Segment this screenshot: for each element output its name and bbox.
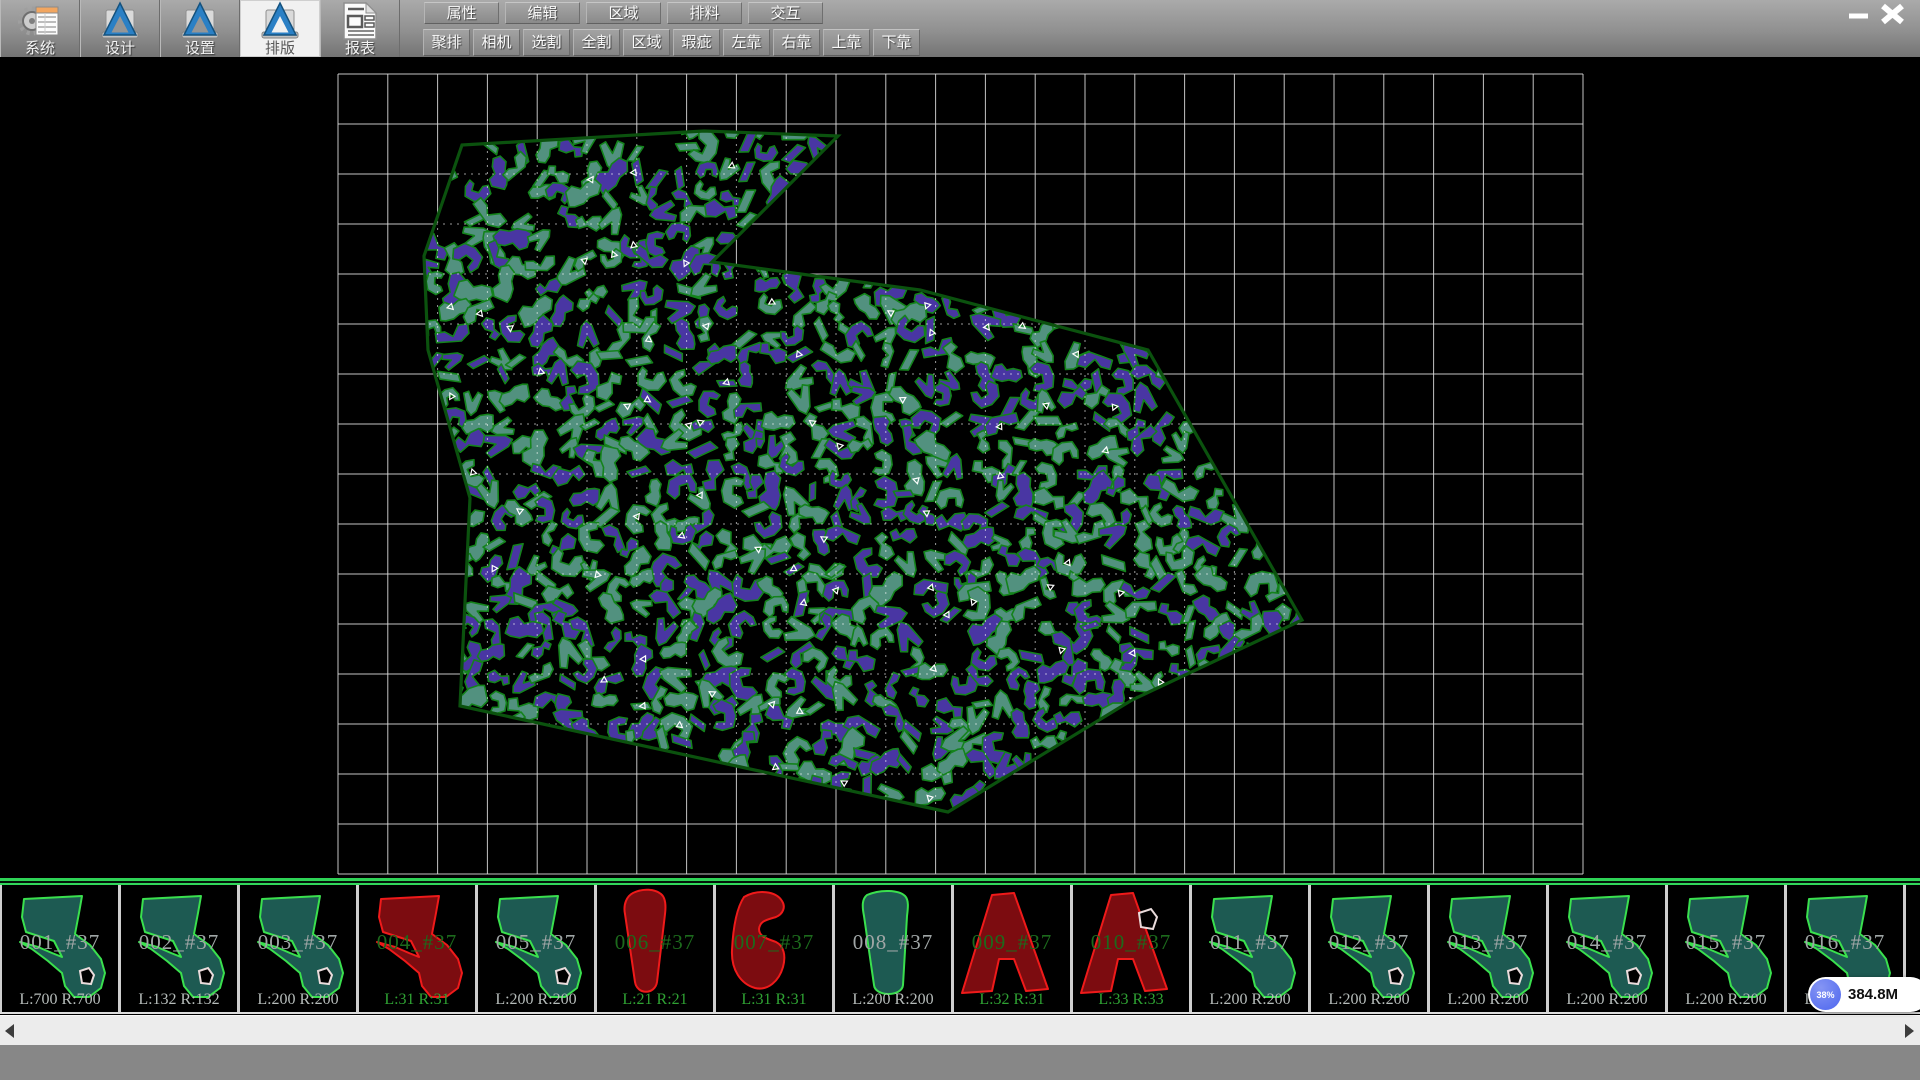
menu-tab-3[interactable]: 区域 — [586, 2, 661, 24]
thumbnail-tile-6[interactable]: 006_#37L:21 R:21 — [597, 885, 713, 1012]
thumbnail-tile-9[interactable]: 009_#37L:32 R:31 — [954, 885, 1070, 1012]
progress-circle: 38% — [1810, 979, 1841, 1010]
memory-badge: 38% 384.8M — [1808, 977, 1920, 1012]
piece-thumbnail-shape — [597, 885, 713, 1009]
launcher-label: 设计 — [80, 41, 160, 56]
launcher-button-settings[interactable]: 设置 — [160, 0, 240, 57]
memory-label: 384.8M — [1848, 986, 1898, 1003]
close-icon — [1876, 3, 1909, 25]
thumbnail-tile-2[interactable]: 002_#37L:132 R:132 — [121, 885, 237, 1012]
launcher-label: 报表 — [320, 41, 400, 56]
close-button[interactable] — [1876, 3, 1909, 25]
thumbnail-tile-12[interactable]: 012_#37L:200 R:200 — [1311, 885, 1427, 1012]
layout-icon — [258, 1, 302, 41]
thumbnail-tile-14[interactable]: 014_#37L:200 R:200 — [1549, 885, 1665, 1012]
report-icon — [338, 1, 382, 41]
launcher-button-system[interactable]: 系统 — [0, 0, 80, 57]
launcher-button-layout[interactable]: 排版 — [240, 0, 320, 57]
horizontal-scrollbar[interactable] — [0, 1015, 1920, 1045]
piece-thumbnail-shape — [1430, 885, 1546, 1009]
piece-thumbnail-shape — [954, 885, 1070, 1009]
tool-button-3[interactable]: 选割 — [523, 29, 570, 56]
launcher-label: 设置 — [160, 41, 240, 56]
system-icon — [18, 1, 62, 41]
piece-thumbnail-shape — [240, 885, 356, 1009]
thumbnail-tile-7[interactable]: 007_#37L:31 R:31 — [716, 885, 832, 1012]
piece-thumbnail-shape — [1311, 885, 1427, 1009]
tool-button-9[interactable]: 上靠 — [823, 29, 870, 56]
bottom-bar — [0, 1045, 1920, 1080]
launcher-button-design[interactable]: 设计 — [80, 0, 160, 57]
tool-button-2[interactable]: 相机 — [473, 29, 520, 56]
tool-button-10[interactable]: 下靠 — [873, 29, 920, 56]
app-window: 系统设计设置排版报表 属性编辑区域排料交互 聚排相机选割全割区域瑕疵左靠右靠上靠… — [0, 0, 1920, 1080]
thumbnail-strip: 001_#37L:700 R:700002_#37L:132 R:132003_… — [0, 885, 1920, 1014]
settings-icon — [178, 1, 222, 41]
tool-button-6[interactable]: 瑕疵 — [673, 29, 720, 56]
launcher-button-report[interactable]: 报表 — [320, 0, 400, 57]
piece-thumbnail-shape — [1073, 885, 1189, 1009]
thumbnail-tile-8[interactable]: 008_#37L:200 R:200 — [835, 885, 951, 1012]
minimize-button[interactable] — [1842, 5, 1874, 24]
nesting-canvas[interactable] — [0, 57, 1920, 879]
tool-button-1[interactable]: 聚排 — [423, 29, 470, 56]
thumbnail-tile-11[interactable]: 011_#37L:200 R:200 — [1192, 885, 1308, 1012]
piece-thumbnail-shape — [121, 885, 237, 1009]
thumbnail-tile-5[interactable]: 005_#37L:200 R:200 — [478, 885, 594, 1012]
piece-thumbnail-shape — [716, 885, 832, 1009]
launcher-label: 系统 — [0, 41, 80, 56]
chevron-left-icon[interactable] — [5, 1024, 14, 1038]
toolbar: 系统设计设置排版报表 属性编辑区域排料交互 聚排相机选割全割区域瑕疵左靠右靠上靠… — [0, 0, 1920, 58]
menu-tab-5[interactable]: 交互 — [748, 2, 823, 24]
menu-tab-1[interactable]: 属性 — [424, 2, 499, 24]
thumbnail-tile-10[interactable]: 010_#37L:33 R:33 — [1073, 885, 1189, 1012]
thumbnail-tile-1[interactable]: 001_#37L:700 R:700 — [2, 885, 118, 1012]
thumbnail-tile-4[interactable]: 004_#37L:31 R:31 — [359, 885, 475, 1012]
tool-button-8[interactable]: 右靠 — [773, 29, 820, 56]
design-icon — [98, 1, 142, 41]
piece-thumbnail-shape — [835, 885, 951, 1009]
nesting-canvas-svg — [0, 57, 1920, 879]
menu-tab-4[interactable]: 排料 — [667, 2, 742, 24]
thumbnail-tile-3[interactable]: 003_#37L:200 R:200 — [240, 885, 356, 1012]
thumbnail-tile-13[interactable]: 013_#37L:200 R:200 — [1430, 885, 1546, 1012]
chevron-right-icon[interactable] — [1905, 1024, 1914, 1038]
launcher-label: 排版 — [240, 41, 320, 56]
menu-tab-2[interactable]: 编辑 — [505, 2, 580, 24]
thumbnail-tile-15[interactable]: 015_#37L:200 R:200 — [1668, 885, 1784, 1012]
strip-separator — [0, 878, 1920, 885]
piece-thumbnail-shape — [2, 885, 118, 1009]
tool-button-5[interactable]: 区域 — [623, 29, 670, 56]
piece-thumbnail-shape — [1549, 885, 1665, 1009]
piece-thumbnail-shape — [478, 885, 594, 1009]
piece-thumbnail-shape — [359, 885, 475, 1009]
tool-button-4[interactable]: 全割 — [573, 29, 620, 56]
piece-thumbnail-shape — [1192, 885, 1308, 1009]
piece-thumbnail-shape — [1668, 885, 1784, 1009]
minimize-icon — [1842, 5, 1874, 24]
tool-button-7[interactable]: 左靠 — [723, 29, 770, 56]
